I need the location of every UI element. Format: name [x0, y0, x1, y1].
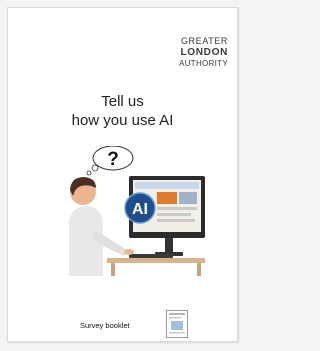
ai-badge-text: AI: [132, 201, 148, 218]
keyboard-icon: [129, 254, 173, 258]
person-at-computer-illustration: AI ?: [69, 146, 205, 276]
question-mark-icon: ?: [107, 149, 119, 170]
logo-line-greater: GREATER: [180, 36, 228, 46]
desk-top: [107, 258, 205, 263]
cover-title: Tell us how you use AI: [8, 92, 237, 130]
logo-line-london: LONDON: [180, 47, 228, 58]
gla-logo: GREATER LONDON AUTHORITY: [179, 36, 228, 69]
survey-booklet-label: Survey booklet: [80, 321, 130, 330]
title-line-2: how you use AI: [71, 112, 174, 129]
monitor-stand: [165, 238, 173, 252]
booklet-cover: GREATER LONDON AUTHORITY Tell us how you…: [7, 7, 238, 342]
logo-line-authority: AUTHORITY: [179, 59, 228, 68]
desk-leg: [197, 263, 201, 276]
person-hand: [124, 249, 134, 255]
booklet-thumbnail-icon: [166, 310, 188, 338]
title-line-1: Tell us: [101, 93, 144, 110]
desk-leg: [111, 263, 115, 276]
